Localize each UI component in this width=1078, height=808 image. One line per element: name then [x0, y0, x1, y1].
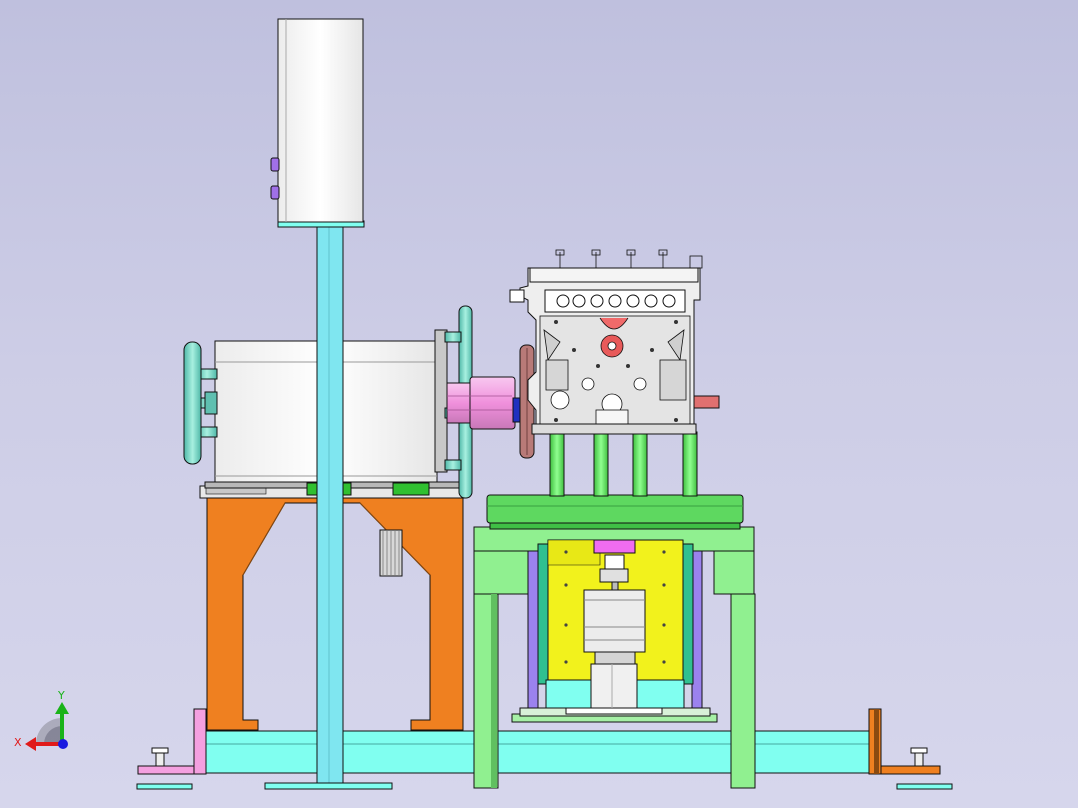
turntable — [486, 494, 744, 530]
stand-gear-block — [379, 529, 403, 577]
z-axis-dot — [58, 739, 68, 749]
cad-viewport[interactable]: Y X — [0, 0, 1078, 808]
lift-fixture — [511, 539, 718, 723]
right-foot-bolt — [910, 747, 928, 767]
control-button-upper[interactable] — [270, 157, 280, 172]
y-axis-label: Y — [57, 689, 65, 702]
engine-support-posts — [549, 431, 698, 497]
control-button-lower[interactable] — [270, 185, 280, 200]
base-beam — [204, 730, 870, 774]
coordinate-triad: Y X — [14, 689, 69, 751]
left-foot-bolt — [151, 747, 169, 767]
engine-assembly — [509, 249, 720, 459]
control-box[interactable] — [270, 18, 364, 223]
crank-shaft-end — [692, 395, 720, 409]
drive-shaft-coupling — [446, 376, 524, 430]
x-axis-label: X — [14, 736, 22, 749]
left-handwheel[interactable] — [183, 341, 218, 465]
dynamometer-unit — [183, 305, 524, 499]
